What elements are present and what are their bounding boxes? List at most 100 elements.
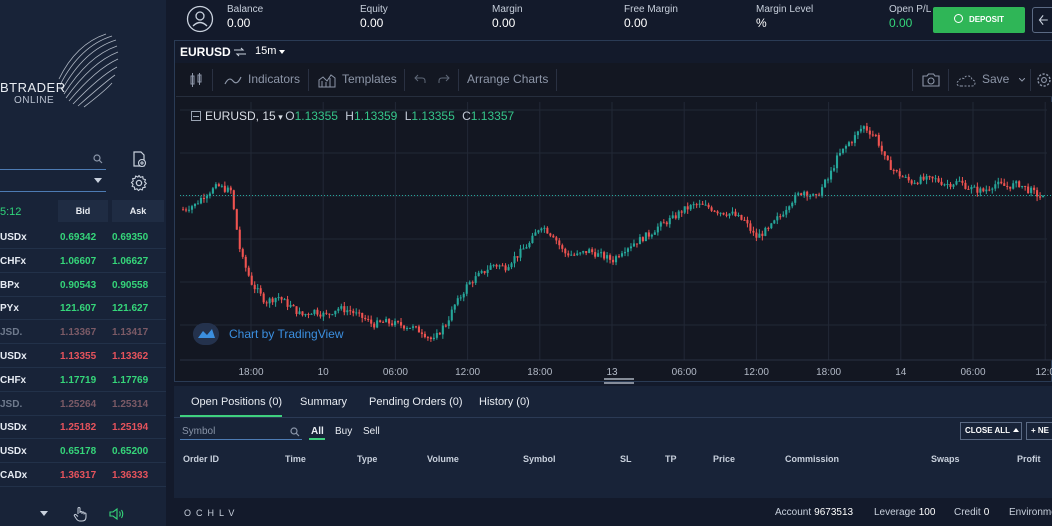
user-avatar-icon[interactable]	[186, 5, 214, 33]
indicators-icon[interactable]	[224, 74, 242, 86]
quote-row[interactable]: CHFx 1.06607 1.06627	[0, 250, 166, 273]
save-button[interactable]: Save	[982, 72, 1009, 86]
column-type[interactable]: Type	[357, 454, 377, 464]
new-order-button[interactable]: + NE	[1026, 422, 1052, 440]
resize-handle-icon[interactable]	[600, 376, 638, 386]
quote-ask[interactable]: 1.13362	[112, 351, 148, 362]
quote-row[interactable]: USDx 1.25182 1.25194	[0, 416, 166, 440]
quote-bid[interactable]: 1.06607	[60, 256, 96, 267]
column-time[interactable]: Time	[285, 454, 306, 464]
deposit-button[interactable]: DEPOSIT	[933, 7, 1025, 33]
close-all-button[interactable]: CLOSE ALL	[960, 422, 1022, 440]
quote-row[interactable]: USDx 0.69342 0.69350	[0, 226, 166, 249]
collapse-icon[interactable]	[191, 111, 201, 121]
time-tick-label: 14	[895, 367, 907, 378]
undo-icon[interactable]	[414, 74, 426, 84]
quote-row[interactable]: JSD. 1.13367 1.13417	[0, 321, 166, 345]
column-commission[interactable]: Commission	[785, 454, 839, 464]
symbol-group-select[interactable]	[0, 172, 106, 192]
column-sl[interactable]: SL	[620, 454, 632, 464]
quote-bid[interactable]: 0.90543	[60, 280, 96, 291]
quote-ask[interactable]: 0.65200	[112, 446, 148, 457]
ohlcv-toggle[interactable]: OCHLV	[184, 508, 239, 518]
quote-bid[interactable]: 1.13367	[60, 327, 96, 338]
candlestick-icon[interactable]	[188, 72, 204, 88]
quote-row[interactable]: CHFx 1.17719 1.17769	[0, 369, 166, 392]
quote-bid[interactable]: 1.13355	[60, 351, 96, 362]
chevron-up-icon	[1013, 428, 1020, 432]
quote-symbol: PYx	[0, 303, 19, 315]
quote-ask[interactable]: 0.90558	[112, 280, 148, 291]
speaker-icon[interactable]	[108, 507, 126, 521]
quote-bid[interactable]: 121.607	[60, 303, 96, 314]
column-swaps[interactable]: Swaps	[931, 454, 960, 464]
ask-column-header[interactable]: Ask	[112, 200, 164, 222]
quote-ask[interactable]: 121.627	[112, 303, 148, 314]
timeframe-select[interactable]: 15m	[255, 45, 276, 57]
free-margin-label: Free Margin	[624, 4, 678, 15]
quote-ask[interactable]: 1.06627	[112, 256, 148, 267]
logout-icon[interactable]	[1032, 7, 1052, 33]
filter-buy-button[interactable]: Buy	[335, 426, 352, 437]
column-tp[interactable]: TP	[665, 454, 677, 464]
quote-ask[interactable]: 1.13417	[112, 327, 148, 338]
filter-all-button[interactable]: All	[311, 426, 324, 437]
bid-column-header[interactable]: Bid	[58, 200, 108, 222]
camera-icon[interactable]	[922, 72, 940, 88]
arrange-charts-button[interactable]: Arrange Charts	[467, 72, 548, 86]
candle	[647, 232, 650, 237]
column-symbol[interactable]: Symbol	[523, 454, 556, 464]
quote-row[interactable]: USDx 1.13355 1.13362	[0, 345, 166, 368]
candle	[328, 313, 331, 315]
new-order-icon[interactable]	[130, 150, 148, 168]
legend-symbol[interactable]: EURUSD, 15	[205, 109, 276, 123]
gear-icon[interactable]	[130, 174, 148, 192]
tab-summary[interactable]: Summary	[300, 396, 347, 408]
quote-bid[interactable]: 1.17719	[60, 375, 96, 386]
chevron-down-icon[interactable]	[279, 50, 285, 54]
indicators-button[interactable]: Indicators	[248, 72, 300, 86]
symbol-filter-input[interactable]: Symbol	[180, 424, 302, 440]
hand-pointer-icon[interactable]	[72, 506, 88, 522]
quote-ask[interactable]: 1.25314	[112, 399, 148, 410]
quote-row[interactable]: PYx 121.607 121.627	[0, 297, 166, 321]
column-order-id[interactable]: Order ID	[183, 454, 219, 464]
column-profit[interactable]: Profit	[1017, 454, 1041, 464]
cloud-icon[interactable]	[956, 73, 976, 87]
tab-open-positions[interactable]: Open Positions (0)	[191, 396, 282, 408]
quote-row[interactable]: JSD. 1.25264 1.25314	[0, 393, 166, 416]
tab-pending-orders[interactable]: Pending Orders (0)	[369, 396, 463, 408]
quote-row[interactable]: CADx 1.36317 1.36333	[0, 464, 166, 487]
column-price[interactable]: Price	[713, 454, 735, 464]
candle	[441, 325, 444, 335]
templates-icon[interactable]	[318, 72, 336, 88]
leverage-status: Leverage 100	[874, 507, 935, 518]
quote-ask[interactable]: 1.36333	[112, 470, 148, 481]
candle	[958, 180, 961, 182]
quote-bid[interactable]: 0.69342	[60, 232, 96, 243]
column-volume[interactable]: Volume	[427, 454, 459, 464]
redo-icon[interactable]	[438, 74, 450, 84]
quote-bid[interactable]: 1.36317	[60, 470, 96, 481]
candle	[579, 252, 582, 254]
quote-bid[interactable]: 1.25182	[60, 422, 96, 433]
quote-row[interactable]: BPx 0.90543 0.90558	[0, 274, 166, 297]
quote-bid[interactable]: 0.65178	[60, 446, 96, 457]
tab-history[interactable]: History (0)	[479, 396, 530, 408]
quote-ask[interactable]: 1.17769	[112, 375, 148, 386]
candle	[265, 302, 268, 304]
chart-settings-icon[interactable]	[1036, 72, 1052, 88]
quote-ask[interactable]: 0.69350	[112, 232, 148, 243]
quote-row[interactable]: USDx 0.65178 0.65200	[0, 440, 166, 464]
chevron-down-icon[interactable]	[40, 511, 48, 516]
filter-sell-button[interactable]: Sell	[363, 426, 380, 437]
symbol-search-input[interactable]	[0, 150, 106, 170]
templates-button[interactable]: Templates	[342, 72, 397, 86]
candle	[880, 145, 883, 152]
chart-symbol[interactable]: EURUSD	[180, 45, 231, 59]
quote-ask[interactable]: 1.25194	[112, 422, 148, 433]
candle	[540, 228, 543, 231]
account-summary-bar: Balance 0.00 Equity 0.00 Margin 0.00 Fre…	[172, 0, 1052, 38]
quote-bid[interactable]: 1.25264	[60, 399, 96, 410]
chevron-down-icon[interactable]	[1019, 78, 1025, 82]
